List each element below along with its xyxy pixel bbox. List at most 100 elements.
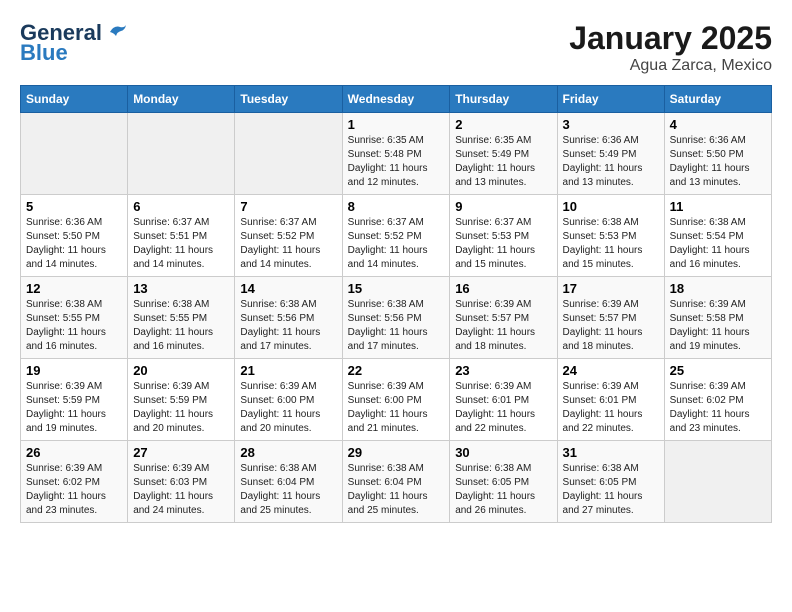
day-info: Sunrise: 6:39 AMSunset: 5:59 PMDaylight:…	[26, 380, 122, 436]
weekday-header-wednesday: Wednesday	[342, 86, 450, 113]
day-number: 17	[563, 281, 659, 296]
day-number: 6	[133, 199, 229, 214]
weekday-header-friday: Friday	[557, 86, 664, 113]
calendar-cell: 29 Sunrise: 6:38 AMSunset: 6:04 PMDayligh…	[342, 441, 450, 523]
day-info: Sunrise: 6:38 AMSunset: 6:05 PMDaylight:…	[563, 462, 659, 518]
calendar-title: January 2025	[569, 20, 772, 57]
calendar-cell: 8Sunrise: 6:37 AMSunset: 5:52 PMDaylight…	[342, 195, 450, 277]
day-info: Sunrise: 6:36 AMSunset: 5:50 PMDaylight:…	[670, 134, 766, 190]
calendar-cell	[664, 441, 771, 523]
logo-blue-text: Blue	[20, 40, 68, 66]
calendar-cell: 2Sunrise: 6:35 AMSunset: 5:49 PMDaylight…	[450, 113, 557, 195]
calendar-cell: 22 Sunrise: 6:39 AMSunset: 6:00 PMDayligh…	[342, 359, 450, 441]
calendar-cell: 17 Sunrise: 6:39 AMSunset: 5:57 PMDayligh…	[557, 277, 664, 359]
day-info: Sunrise: 6:39 AMSunset: 5:58 PMDaylight:…	[670, 298, 766, 354]
calendar-week-row: 26Sunrise: 6:39 AMSunset: 6:02 PMDayligh…	[21, 441, 772, 523]
calendar-week-row: 1 Sunrise: 6:35 AMSunset: 5:48 PMDaylight…	[21, 113, 772, 195]
day-number: 5	[26, 199, 122, 214]
day-number: 16	[455, 281, 551, 296]
logo-bird-icon	[106, 23, 128, 41]
calendar-cell: 19 Sunrise: 6:39 AMSunset: 5:59 PMDayligh…	[21, 359, 128, 441]
day-info: Sunrise: 6:38 AMSunset: 5:55 PMDaylight:…	[133, 298, 229, 354]
calendar-cell: 5Sunrise: 6:36 AMSunset: 5:50 PMDaylight…	[21, 195, 128, 277]
calendar-cell: 16 Sunrise: 6:39 AMSunset: 5:57 PMDayligh…	[450, 277, 557, 359]
day-info: Sunrise: 6:36 AMSunset: 5:49 PMDaylight:…	[563, 134, 659, 190]
day-number: 4	[670, 117, 766, 132]
calendar-cell: 23 Sunrise: 6:39 AMSunset: 6:01 PMDayligh…	[450, 359, 557, 441]
day-number: 11	[670, 199, 766, 214]
calendar-cell: 11 Sunrise: 6:38 AMSunset: 5:54 PMDayligh…	[664, 195, 771, 277]
calendar-cell: 6Sunrise: 6:37 AMSunset: 5:51 PMDaylight…	[128, 195, 235, 277]
day-info: Sunrise: 6:39 AMSunset: 5:57 PMDaylight:…	[563, 298, 659, 354]
calendar-cell: 4 Sunrise: 6:36 AMSunset: 5:50 PMDaylight…	[664, 113, 771, 195]
day-number: 28	[240, 445, 336, 460]
calendar-cell: 14 Sunrise: 6:38 AMSunset: 5:56 PMDayligh…	[235, 277, 342, 359]
calendar-cell: 26Sunrise: 6:39 AMSunset: 6:02 PMDayligh…	[21, 441, 128, 523]
calendar-cell: 31Sunrise: 6:38 AMSunset: 6:05 PMDayligh…	[557, 441, 664, 523]
day-info: Sunrise: 6:39 AMSunset: 5:57 PMDaylight:…	[455, 298, 551, 354]
day-number: 21	[240, 363, 336, 378]
calendar-cell: 18 Sunrise: 6:39 AMSunset: 5:58 PMDayligh…	[664, 277, 771, 359]
day-number: 29	[348, 445, 445, 460]
calendar-cell: 10 Sunrise: 6:38 AMSunset: 5:53 PMDayligh…	[557, 195, 664, 277]
calendar-cell: 7 Sunrise: 6:37 AMSunset: 5:52 PMDaylight…	[235, 195, 342, 277]
calendar-subtitle: Agua Zarca, Mexico	[569, 57, 772, 75]
weekday-header-saturday: Saturday	[664, 86, 771, 113]
calendar-cell: 24Sunrise: 6:39 AMSunset: 6:01 PMDayligh…	[557, 359, 664, 441]
day-number: 20	[133, 363, 229, 378]
day-number: 24	[563, 363, 659, 378]
calendar-cell: 28 Sunrise: 6:38 AMSunset: 6:04 PMDayligh…	[235, 441, 342, 523]
calendar-cell: 21Sunrise: 6:39 AMSunset: 6:00 PMDayligh…	[235, 359, 342, 441]
day-info: Sunrise: 6:39 AMSunset: 6:01 PMDaylight:…	[455, 380, 551, 436]
day-info: Sunrise: 6:38 AMSunset: 5:53 PMDaylight:…	[563, 216, 659, 272]
day-info: Sunrise: 6:37 AMSunset: 5:53 PMDaylight:…	[455, 216, 551, 272]
day-info: Sunrise: 6:39 AMSunset: 6:02 PMDaylight:…	[26, 462, 122, 518]
day-info: Sunrise: 6:37 AMSunset: 5:52 PMDaylight:…	[240, 216, 336, 272]
weekday-header-thursday: Thursday	[450, 86, 557, 113]
calendar-week-row: 19 Sunrise: 6:39 AMSunset: 5:59 PMDayligh…	[21, 359, 772, 441]
day-number: 18	[670, 281, 766, 296]
day-info: Sunrise: 6:38 AMSunset: 5:55 PMDaylight:…	[26, 298, 122, 354]
title-block: January 2025 Agua Zarca, Mexico	[569, 20, 772, 75]
calendar-cell: 15Sunrise: 6:38 AMSunset: 5:56 PMDayligh…	[342, 277, 450, 359]
day-number: 3	[563, 117, 659, 132]
page-header: General Blue January 2025 Agua Zarca, Me…	[20, 20, 772, 75]
day-number: 8	[348, 199, 445, 214]
day-info: Sunrise: 6:38 AMSunset: 6:04 PMDaylight:…	[240, 462, 336, 518]
day-info: Sunrise: 6:39 AMSunset: 6:03 PMDaylight:…	[133, 462, 229, 518]
day-number: 7	[240, 199, 336, 214]
calendar-cell: 27Sunrise: 6:39 AMSunset: 6:03 PMDayligh…	[128, 441, 235, 523]
day-number: 19	[26, 363, 122, 378]
weekday-header-row: SundayMondayTuesdayWednesdayThursdayFrid…	[21, 86, 772, 113]
day-number: 15	[348, 281, 445, 296]
day-number: 1	[348, 117, 445, 132]
day-info: Sunrise: 6:38 AMSunset: 5:54 PMDaylight:…	[670, 216, 766, 272]
day-info: Sunrise: 6:38 AMSunset: 5:56 PMDaylight:…	[240, 298, 336, 354]
weekday-header-sunday: Sunday	[21, 86, 128, 113]
day-number: 22	[348, 363, 445, 378]
day-info: Sunrise: 6:39 AMSunset: 6:02 PMDaylight:…	[670, 380, 766, 436]
day-number: 30	[455, 445, 551, 460]
calendar-body: 1 Sunrise: 6:35 AMSunset: 5:48 PMDaylight…	[21, 113, 772, 523]
calendar-header: SundayMondayTuesdayWednesdayThursdayFrid…	[21, 86, 772, 113]
day-info: Sunrise: 6:38 AMSunset: 6:04 PMDaylight:…	[348, 462, 445, 518]
day-number: 14	[240, 281, 336, 296]
calendar-cell: 3 Sunrise: 6:36 AMSunset: 5:49 PMDaylight…	[557, 113, 664, 195]
day-info: Sunrise: 6:39 AMSunset: 6:00 PMDaylight:…	[348, 380, 445, 436]
calendar-cell: 30 Sunrise: 6:38 AMSunset: 6:05 PMDayligh…	[450, 441, 557, 523]
calendar-cell: 12Sunrise: 6:38 AMSunset: 5:55 PMDayligh…	[21, 277, 128, 359]
calendar-cell: 1 Sunrise: 6:35 AMSunset: 5:48 PMDaylight…	[342, 113, 450, 195]
day-number: 9	[455, 199, 551, 214]
day-number: 10	[563, 199, 659, 214]
calendar-week-row: 5Sunrise: 6:36 AMSunset: 5:50 PMDaylight…	[21, 195, 772, 277]
calendar-cell: 20 Sunrise: 6:39 AMSunset: 5:59 PMDayligh…	[128, 359, 235, 441]
day-number: 25	[670, 363, 766, 378]
day-info: Sunrise: 6:39 AMSunset: 5:59 PMDaylight:…	[133, 380, 229, 436]
calendar-cell: 13 Sunrise: 6:38 AMSunset: 5:55 PMDayligh…	[128, 277, 235, 359]
calendar-cell: 9 Sunrise: 6:37 AMSunset: 5:53 PMDaylight…	[450, 195, 557, 277]
day-info: Sunrise: 6:38 AMSunset: 6:05 PMDaylight:…	[455, 462, 551, 518]
day-number: 13	[133, 281, 229, 296]
day-number: 23	[455, 363, 551, 378]
day-info: Sunrise: 6:35 AMSunset: 5:48 PMDaylight:…	[348, 134, 445, 190]
calendar-cell: 25 Sunrise: 6:39 AMSunset: 6:02 PMDayligh…	[664, 359, 771, 441]
